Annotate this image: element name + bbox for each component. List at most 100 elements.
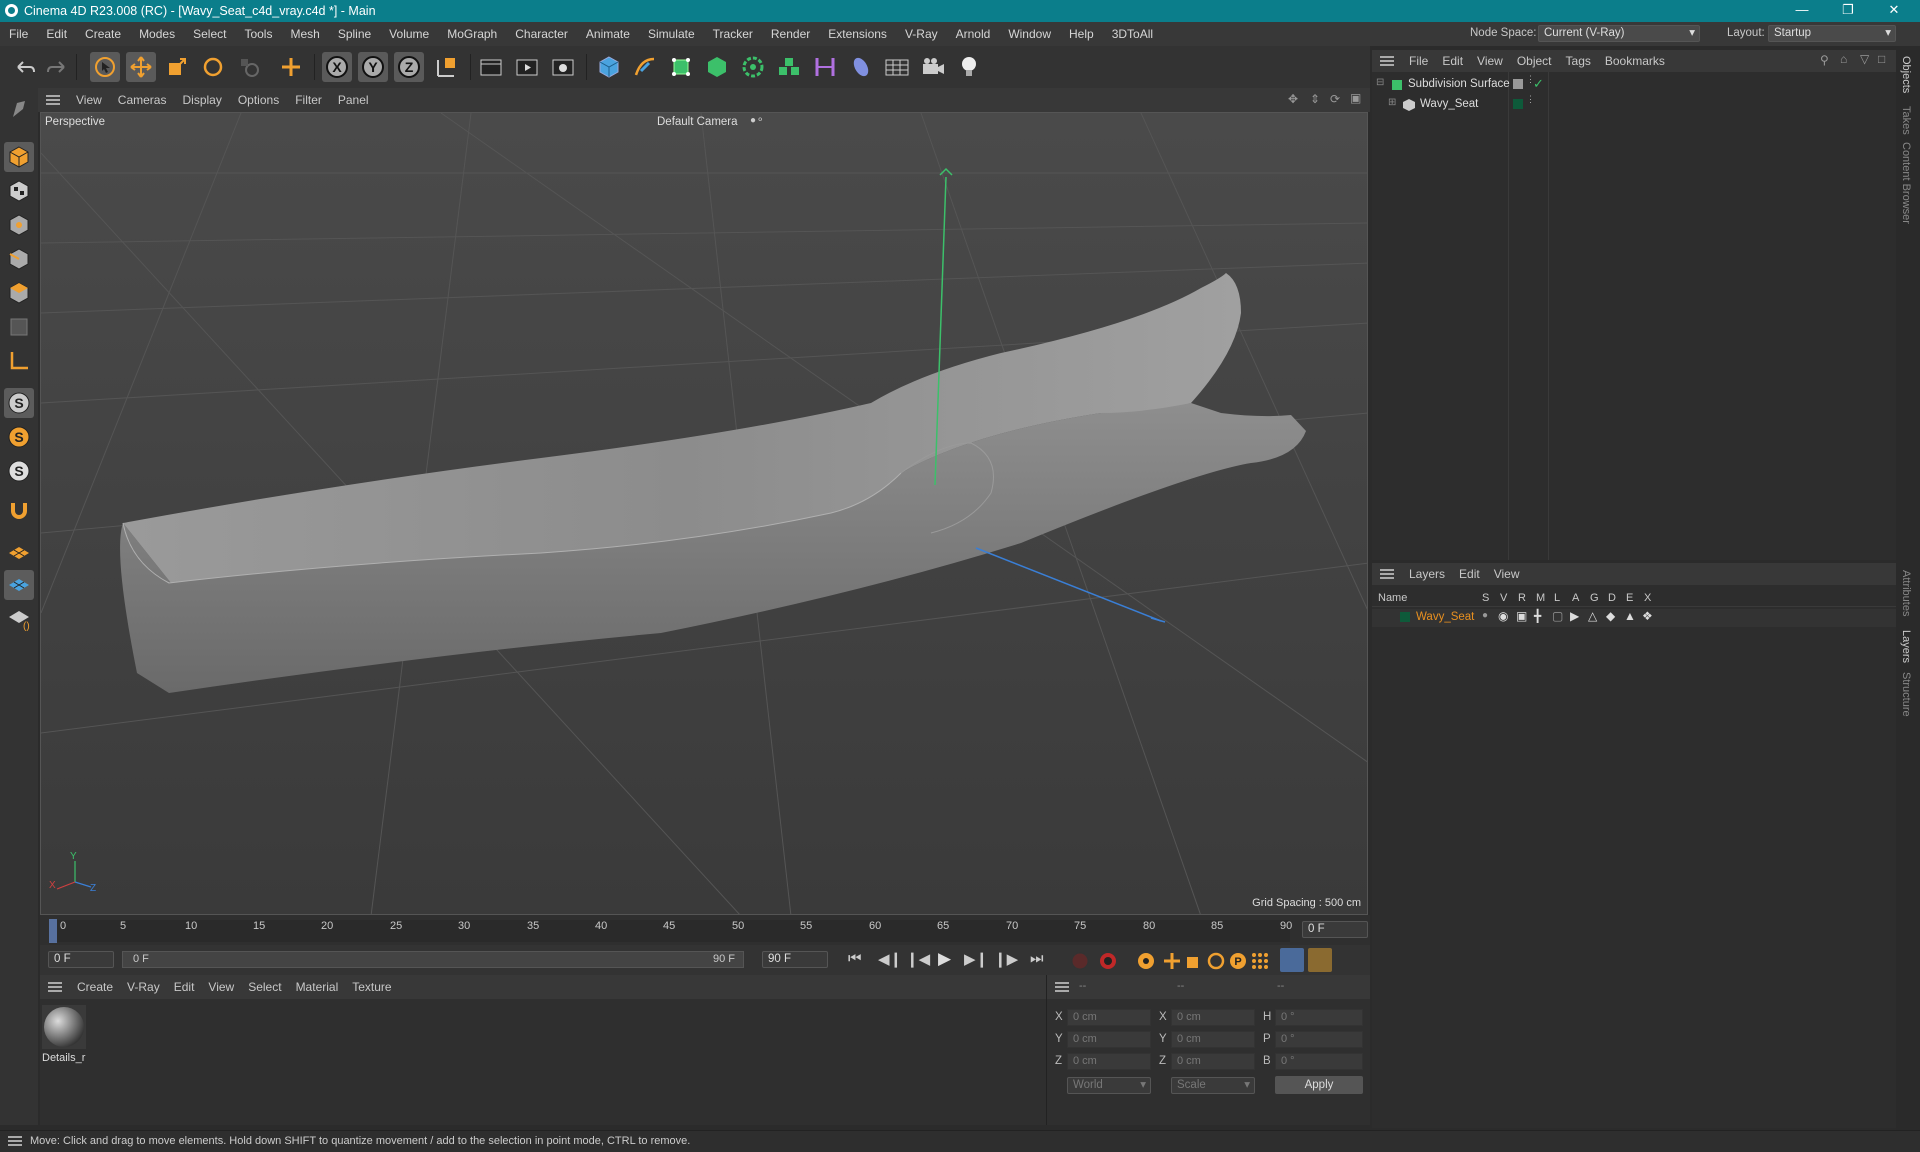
tab-objects[interactable]: Objects (1900, 56, 1912, 93)
minimize-icon[interactable]: — (1780, 0, 1824, 22)
viewport-3d[interactable]: Perspective Default Camera ●⚬ Y X Z Grid… (40, 112, 1368, 915)
render-view-icon[interactable] (476, 52, 506, 82)
layer-menu-layers[interactable]: Layers (1402, 567, 1452, 581)
snap-icon[interactable]: S (4, 388, 34, 418)
menu-extensions[interactable]: Extensions (819, 27, 896, 41)
menu-animate[interactable]: Animate (577, 27, 639, 41)
object-menu-edit[interactable]: Edit (1435, 54, 1470, 68)
menu-edit[interactable]: Edit (37, 27, 76, 41)
timeline-window-icon[interactable] (1308, 948, 1332, 972)
coord-size-mode-dropdown[interactable]: Scale ▾ (1171, 1077, 1255, 1094)
maximize-view-icon[interactable]: ▣ (1350, 91, 1361, 105)
rotation-p-field[interactable]: 0 ° (1275, 1031, 1363, 1048)
viewport-menu-cameras[interactable]: Cameras (110, 93, 175, 107)
rotation-b-field[interactable]: 0 ° (1275, 1053, 1363, 1070)
camera-icon[interactable] (918, 52, 948, 82)
points-mode-icon[interactable] (4, 210, 34, 240)
material-menu-create[interactable]: Create (70, 980, 120, 994)
layer-color-swatch[interactable] (1400, 612, 1410, 622)
new-window-icon[interactable]: □ (1878, 52, 1885, 66)
light-icon[interactable] (954, 52, 984, 82)
menu-tracker[interactable]: Tracker (704, 27, 762, 41)
next-frame-icon[interactable]: ▶❙ (964, 950, 988, 968)
snap-settings-icon[interactable]: S (4, 422, 34, 452)
layer-hamburger-icon[interactable] (1380, 569, 1394, 579)
viewport-menu-options[interactable]: Options (230, 93, 287, 107)
object-tag-icon[interactable] (1513, 79, 1523, 89)
layer-color-icon[interactable] (1513, 99, 1523, 109)
deformer-icon[interactable]: ◆ (1606, 609, 1615, 623)
key-parameter-icon[interactable]: P (1228, 951, 1248, 971)
object-menu-file[interactable]: File (1402, 54, 1435, 68)
edges-mode-icon[interactable] (4, 244, 34, 274)
world-axis-icon[interactable] (276, 52, 306, 82)
timeline-ruler[interactable]: 0 5 10 15 20 25 30 35 40 45 50 55 60 65 … (40, 915, 1370, 945)
size-y-field[interactable]: 0 cm (1171, 1031, 1255, 1048)
motion-system-icon[interactable] (1280, 948, 1304, 972)
zoom-view-icon[interactable]: ⇕ (1310, 92, 1320, 106)
layer-row-wavy-seat[interactable]: Wavy_Seat ● ◉ ▣ ╋ ▢ ▶ △ ◆ ▲ ❖ (1372, 609, 1896, 627)
key-rotation-icon[interactable] (1206, 951, 1226, 971)
size-x-field[interactable]: 0 cm (1171, 1009, 1255, 1026)
previous-frame-icon[interactable]: ❙◀ (906, 950, 930, 968)
object-row-subdivision-surface[interactable]: ⊟ Subdivision Surface ⋮ ✓ (1372, 74, 1896, 94)
model-mode-icon[interactable] (4, 142, 34, 172)
lock-icon[interactable]: ▢ (1552, 609, 1563, 623)
next-key-icon[interactable]: ❙▶ (994, 950, 1018, 968)
floor-environment-icon[interactable] (882, 52, 912, 82)
menu-simulate[interactable]: Simulate (639, 27, 704, 41)
polygons-mode-icon[interactable] (4, 278, 34, 308)
generator-icon[interactable]: △ (1588, 609, 1597, 623)
expression-icon[interactable]: ▲ (1624, 609, 1636, 623)
playhead[interactable] (49, 919, 57, 943)
menu-mesh[interactable]: Mesh (281, 27, 328, 41)
menu-vray[interactable]: V-Ray (896, 27, 947, 41)
restore-icon[interactable]: ❐ (1826, 0, 1870, 22)
layer-menu-view[interactable]: View (1487, 567, 1527, 581)
quantize-icon[interactable]: S (4, 456, 34, 486)
menu-help[interactable]: Help (1060, 27, 1103, 41)
menu-spline[interactable]: Spline (329, 27, 380, 41)
material-menu-edit[interactable]: Edit (167, 980, 202, 994)
viewport-menu-view[interactable]: View (68, 93, 110, 107)
object-menu-tags[interactable]: Tags (1559, 54, 1598, 68)
frame-range-slider[interactable]: 0 F 90 F (122, 951, 744, 968)
locked-workplane-icon[interactable]: () (4, 604, 34, 634)
tab-structure[interactable]: Structure (1900, 672, 1912, 717)
material-menu-select[interactable]: Select (241, 980, 288, 994)
deformer-bend-icon[interactable] (810, 52, 840, 82)
menu-arnold[interactable]: Arnold (947, 27, 1000, 41)
recent-tool-icon[interactable] (234, 52, 264, 82)
axis-mode-icon[interactable] (4, 346, 34, 376)
record-disabled-icon[interactable] (1070, 951, 1090, 971)
autokey-icon[interactable] (1098, 951, 1118, 971)
rotation-h-field[interactable]: 0 ° (1275, 1009, 1363, 1026)
material-menu-vray[interactable]: V-Ray (120, 980, 167, 994)
viewport-menu-panel[interactable]: Panel (330, 93, 377, 107)
viewport-menu-display[interactable]: Display (174, 93, 229, 107)
key-scale-icon[interactable] (1184, 951, 1204, 971)
viewport-hamburger-icon[interactable] (46, 95, 60, 105)
menu-create[interactable]: Create (76, 27, 130, 41)
camera-link-icon[interactable]: ●⚬ (750, 115, 764, 126)
render-clapper-icon[interactable]: ▣ (1516, 609, 1527, 623)
layout-dropdown[interactable]: Startup ▾ (1768, 25, 1896, 42)
previous-key-icon[interactable]: ◀❙ (878, 950, 902, 968)
subdivision-generator-icon[interactable] (666, 52, 696, 82)
material-menu-view[interactable]: View (201, 980, 241, 994)
workplane-icon[interactable] (4, 536, 34, 566)
position-x-field[interactable]: 0 cm (1067, 1009, 1151, 1026)
texture-mode-icon[interactable] (4, 176, 34, 206)
material-hamburger-icon[interactable] (48, 982, 62, 992)
home-icon[interactable]: ⌂ (1840, 52, 1847, 66)
keyframe-selection-icon[interactable] (1136, 951, 1156, 971)
xref-icon[interactable]: ❖ (1642, 609, 1653, 623)
tab-layers[interactable]: Layers (1900, 630, 1912, 663)
tab-content-browser[interactable]: Content Browser (1900, 142, 1912, 224)
status-hamburger-icon[interactable] (8, 1136, 22, 1146)
move-tool-icon[interactable] (126, 52, 156, 82)
uv-mode-icon[interactable] (4, 312, 34, 342)
tab-takes[interactable]: Takes (1900, 106, 1912, 135)
rotate-tool-icon[interactable] (198, 52, 228, 82)
object-menu-view[interactable]: View (1470, 54, 1510, 68)
